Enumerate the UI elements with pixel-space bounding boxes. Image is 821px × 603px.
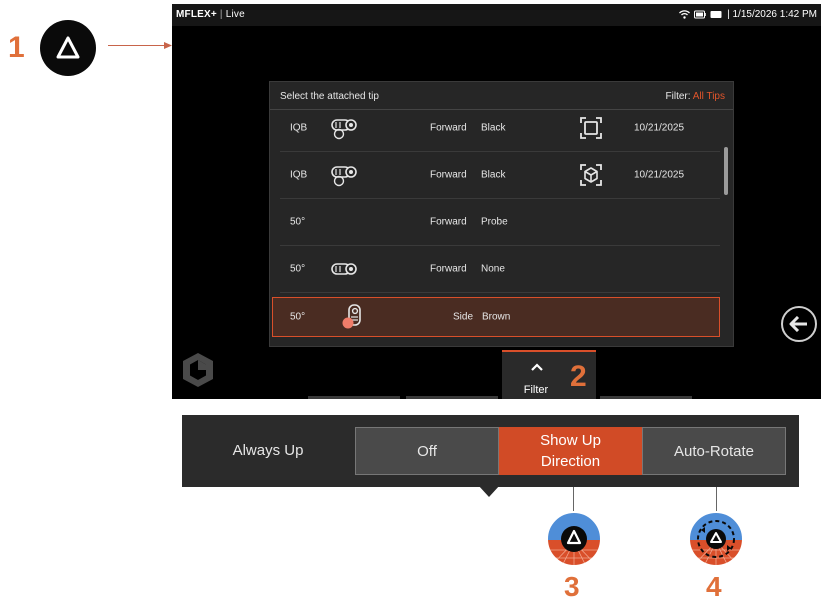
dialog-title: Select the attached tip (280, 91, 379, 102)
app-name: MFLEX+ (176, 9, 217, 20)
dialog-filter-indicator[interactable]: Filter: All Tips (666, 91, 725, 102)
option-off-button[interactable]: Off (355, 427, 499, 475)
auto-rotate-dial-icon (688, 511, 744, 567)
option-off-label: Off (417, 442, 437, 460)
callout-1-pointer-line (108, 45, 168, 46)
callout-number-2: 2 (570, 360, 587, 393)
tip-row[interactable]: 50° Forward None (280, 246, 720, 293)
tip-fov: IQB (290, 169, 308, 181)
option-auto-rotate-label: Auto-Rotate (673, 442, 755, 460)
callout-number-1: 1 (8, 31, 25, 64)
tip-direction: Forward (430, 216, 467, 228)
callout-3-leader-line (573, 487, 574, 512)
tip-forward-icon (331, 166, 357, 187)
status-mode: Live (225, 9, 245, 20)
tip-type: None (481, 263, 505, 275)
tip-type: Black (481, 122, 506, 134)
tip-forward-plain-icon (331, 263, 357, 275)
bottom-tab-strip (406, 396, 498, 399)
tip-fov: 50° (290, 311, 306, 323)
always-up-setting-bar: Always Up Off Show Up Direction Auto-Rot… (182, 415, 799, 497)
chevron-up-icon (531, 363, 543, 371)
tip-fov: 50° (290, 263, 306, 275)
filter-value: All Tips (692, 91, 725, 102)
tip-selection-dialog: Select the attached tip Filter: All Tips… (269, 81, 734, 347)
callout-4-leader-line (716, 487, 717, 512)
dialog-scrollbar[interactable] (724, 147, 728, 195)
tip-direction: Side (453, 311, 474, 323)
tip-direction: Forward (430, 169, 467, 181)
filter-tab-button[interactable]: Filter 2 (502, 350, 596, 399)
frame-measure-icon (580, 117, 602, 139)
device-screen: MFLEX+ | Live | 1/15/2026 1:42 PM Select… (172, 4, 821, 399)
callout-1-arrowhead-icon (164, 42, 172, 49)
bar-pointer (478, 485, 500, 497)
tip-row-selected[interactable]: 50° Side Brown (272, 297, 720, 337)
option-show-up-direction-label: Show Up Direction (540, 432, 601, 470)
status-bar: MFLEX+ | Live | 1/15/2026 1:42 PM (172, 4, 821, 26)
tip-type: Probe (481, 216, 508, 228)
option-show-up-direction-button[interactable]: Show Up Direction (499, 427, 642, 475)
status-separator: | (219, 9, 223, 20)
always-up-badge-icon (40, 20, 96, 76)
tip-forward-icon (331, 119, 357, 140)
callout-number-4: 4 (706, 571, 722, 602)
power-source-icon (694, 10, 706, 19)
bottom-tab-strip (600, 396, 692, 399)
3d-cube-icon (580, 164, 602, 186)
status-indicators: | 1/15/2026 1:42 PM (679, 9, 817, 20)
status-app-title: MFLEX+ | Live (176, 9, 245, 20)
back-button[interactable] (781, 306, 817, 342)
tip-date: 10/21/2025 (634, 169, 685, 181)
tip-fov: 50° (290, 216, 306, 228)
tip-row[interactable]: IQB Forward Black 10/21/2025 (280, 105, 720, 152)
wifi-icon (679, 10, 691, 19)
tip-type: Black (481, 169, 506, 181)
tip-side-icon (342, 304, 361, 329)
tip-row[interactable]: IQB Forward Black 10/21/2025 (280, 152, 720, 199)
show-up-direction-dial-icon (546, 511, 602, 567)
tip-direction: Forward (430, 122, 467, 134)
brand-logo-icon (183, 353, 213, 387)
tip-row[interactable]: 50° Forward Probe (280, 199, 720, 246)
option-auto-rotate-button[interactable]: Auto-Rotate (642, 427, 786, 475)
callout-number-3: 3 (564, 571, 580, 602)
tip-direction: Forward (430, 263, 467, 275)
tip-type: Brown (482, 311, 511, 323)
tip-date: 10/21/2025 (634, 122, 685, 134)
status-datetime: | 1/15/2026 1:42 PM (727, 9, 817, 20)
arrow-left-icon (789, 316, 807, 332)
tip-fov: IQB (290, 122, 308, 134)
filter-label: Filter: (665, 91, 691, 102)
always-up-label: Always Up (232, 442, 304, 459)
battery-icon (710, 11, 722, 18)
filter-tab-label: Filter (523, 384, 549, 396)
bottom-tab-strip (308, 396, 400, 399)
